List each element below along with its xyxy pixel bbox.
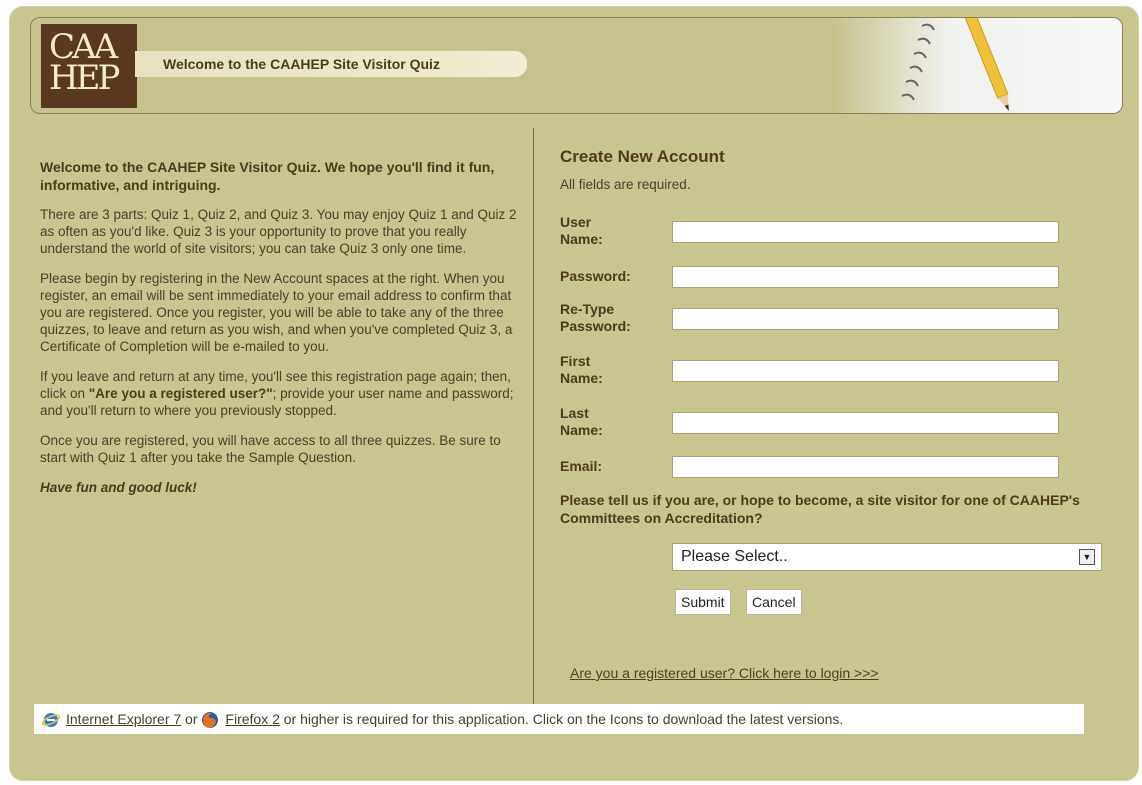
intro-paragraph-1: There are 3 parts: Quiz 1, Quiz 2, and Q… — [40, 207, 517, 256]
caahep-logo: CAA HEP — [41, 24, 137, 108]
username-input[interactable] — [672, 221, 1059, 243]
column-divider — [533, 128, 534, 706]
intro-paragraph-4: Once you are registered, you will have a… — [40, 433, 501, 465]
firefox-link[interactable]: Firefox 2 — [225, 711, 279, 727]
email-label: Email: — [560, 458, 603, 474]
site-visitor-select[interactable]: Please Select.. ▼ — [672, 543, 1102, 571]
required-note: All fields are required. — [560, 177, 691, 192]
cancel-button[interactable]: Cancel — [746, 589, 802, 615]
last-name-label: Last Name: — [560, 405, 603, 438]
username-label: User Name: — [560, 214, 603, 247]
top-tabs — [252, 0, 336, 13]
browser-requirements-bar: Internet Explorer 7 or Firefox 2 or high… — [34, 704, 1084, 734]
internet-explorer-link[interactable]: Internet Explorer 7 — [66, 711, 181, 727]
intro-lead: Welcome to the CAAHEP Site Visitor Quiz.… — [40, 159, 495, 193]
logo-line-2: HEP — [49, 58, 120, 98]
intro-p3-bold: "Are you a registered user?" — [88, 386, 273, 401]
last-name-input[interactable] — [672, 412, 1059, 434]
firefox-icon[interactable] — [201, 711, 219, 729]
password-input[interactable] — [672, 266, 1059, 288]
email-input[interactable] — [672, 456, 1059, 478]
retype-password-input[interactable] — [672, 308, 1059, 330]
password-label: Password: — [560, 268, 631, 284]
intro-column: Welcome to the CAAHEP Site Visitor Quiz.… — [40, 158, 520, 509]
intro-closing: Have fun and good luck! — [40, 480, 197, 495]
chevron-down-icon[interactable]: ▼ — [1079, 549, 1095, 565]
footer-or-text: or — [181, 711, 202, 727]
login-link[interactable]: Are you a registered user? Click here to… — [570, 665, 879, 681]
welcome-title: Welcome to the CAAHEP Site Visitor Quiz — [135, 51, 527, 77]
notebook-pencil-icon — [901, 18, 1009, 111]
create-account-form: Create New Account All fields are requir… — [560, 144, 1102, 681]
footer-requirements-text: or higher is required for this applicati… — [279, 711, 844, 727]
first-name-label: First Name: — [560, 353, 603, 386]
header-banner: CAA HEP Welcome to the CAAHEP Site Visit… — [30, 17, 1123, 114]
select-value: Please Select.. — [681, 548, 788, 565]
form-title: Create New Account — [560, 147, 725, 166]
submit-button[interactable]: Submit — [675, 589, 731, 615]
intro-paragraph-2: Please begin by registering in the New A… — [40, 271, 513, 354]
retype-password-label: Re-Type Password: — [560, 301, 631, 334]
site-visitor-question: Please tell us if you are, or hope to be… — [560, 492, 1080, 526]
first-name-input[interactable] — [672, 360, 1059, 382]
internet-explorer-icon[interactable] — [42, 711, 60, 729]
intro-paragraph-3: If you leave and return at any time, you… — [40, 368, 520, 419]
